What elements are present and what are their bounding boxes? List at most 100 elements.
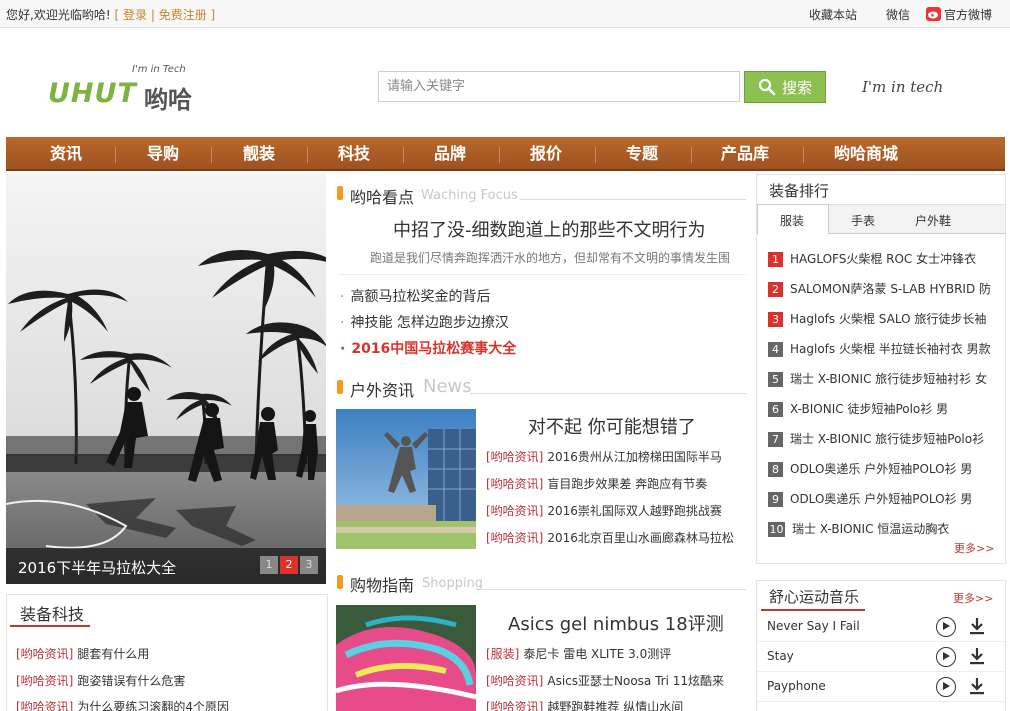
ranking-item[interactable]: 4 Haglofs 火柴棍 半拉链长袖衬衣 男款 [768,340,991,357]
ranking-item-text[interactable]: HAGLOFS火柴棍 ROC 女士冲锋衣 [790,252,976,266]
song-row[interactable]: Never Say I Fail [757,612,1005,642]
list-item[interactable]: [哟哈资讯] 为什么要练习滚翻的4个原因 [16,698,229,711]
song-row[interactable]: Stay [757,642,1005,672]
list-item[interactable]: [服装] 泰尼卡 雷电 XLITE 3.0测评 [486,645,671,662]
news-title[interactable]: 盲目跑步效果差 奔跑应有节奏 [547,477,707,491]
hero-caption[interactable]: 2016下半年马拉松大全 [18,557,176,578]
search-input[interactable] [378,71,740,102]
ranking-item-text[interactable]: SALOMON萨洛蒙 S-LAB HYBRID 防 [790,282,991,296]
news-title[interactable]: 2016北京百里山水画廊森林马拉松 [547,531,734,545]
nav-item-price[interactable]: 报价 [530,137,562,171]
nav-item-mall[interactable]: 哟哈商城 [834,137,898,171]
focus-link-text[interactable]: 2016中国马拉松赛事大全 [351,341,516,357]
wechat-link[interactable]: 微信 [886,6,910,23]
news-thumbnail[interactable] [336,409,476,549]
list-item[interactable]: [哟哈资讯] 腿套有什么用 [16,645,149,662]
slider-page-3[interactable]: 3 [300,556,318,574]
news-title[interactable]: 2016崇礼国际双人越野跑挑战赛 [547,504,722,518]
nav-item-outfit[interactable]: 靓装 [243,137,275,171]
ranking-item-text[interactable]: Haglofs 火柴棍 半拉链长袖衬衣 男款 [790,342,991,356]
focus-link[interactable]: · 高额马拉松奖金的背后 [340,286,490,306]
logo-chinese[interactable]: 哟哈 [144,80,192,115]
login-link[interactable]: 登录 [123,8,147,22]
song-title[interactable]: Stay [767,649,794,663]
focus-headline[interactable]: 中招了没-细数跑道上的那些不文明行为 [393,216,706,242]
focus-link-highlight[interactable]: · 2016中国马拉松赛事大全 [340,338,516,358]
nav-item-news[interactable]: 资讯 [50,137,82,171]
list-item[interactable]: [哟哈资讯] 2016崇礼国际双人越野跑挑战赛 [486,502,722,519]
news-tag: [哟哈资讯] [486,477,544,491]
register-link[interactable]: 免费注册 [159,8,207,22]
focus-link-text[interactable]: 高额马拉松奖金的背后 [350,289,490,305]
ranking-item-text[interactable]: 瑞士 X-BIONIC 旅行徒步短袖衬衫 女 [790,372,987,386]
download-icon[interactable] [969,617,985,635]
ranking-item-text[interactable]: Haglofs 火柴棍 SALO 旅行徒步长袖 [790,312,986,326]
news-title[interactable]: 腿套有什么用 [77,647,149,661]
news-title[interactable]: Asics亚瑟士Noosa Tri 11炫酷来 [547,674,724,688]
download-icon[interactable] [969,647,985,665]
weibo-icon[interactable] [926,7,941,21]
tab-clothing-label[interactable]: 服装 [780,212,804,229]
hero-slider[interactable]: 2016下半年马拉松大全 1 2 3 [6,174,326,584]
nav-item-tech[interactable]: 科技 [338,137,370,171]
focus-link[interactable]: · 神技能 怎样边跑步边撩汉 [340,312,509,332]
news-tag: [哟哈资讯] [486,504,544,518]
music-more-link[interactable]: 更多>> [953,590,993,606]
play-icon[interactable] [936,617,956,637]
ranking-item-text[interactable]: ODLO奥递乐 户外短袖POLO衫 男 [790,462,972,476]
news-title[interactable]: 为什么要练习滚翻的4个原因 [77,700,229,711]
nav-divider [499,147,500,163]
play-icon[interactable] [936,647,956,667]
news-title[interactable]: 2016贵州从江加榜梯田国际半马 [547,450,722,464]
ranking-item-text[interactable]: ODLO奥递乐 户外短袖POLO衫 男 [790,492,972,506]
section-divider [520,199,746,200]
ranking-item[interactable]: 9 ODLO奥递乐 户外短袖POLO衫 男 [768,490,972,507]
play-icon[interactable] [936,677,956,697]
slider-page-2[interactable]: 2 [280,556,298,574]
hero-photo[interactable] [6,174,326,584]
shopping-headline[interactable]: Asics gel nimbus 18评测 [508,610,724,636]
focus-link-text[interactable]: 神技能 怎样边跑步边撩汉 [350,315,508,331]
slider-page-1[interactable]: 1 [260,556,278,574]
song-title[interactable]: Payphone [767,679,826,693]
news-title[interactable]: 跑姿错误有什么危害 [77,674,185,688]
ranking-item[interactable]: 1 HAGLOFS火柴棍 ROC 女士冲锋衣 [768,250,976,267]
ranking-item[interactable]: 3 Haglofs 火柴棍 SALO 旅行徒步长袖 [768,310,986,327]
logo-uhut[interactable]: UHUT [48,78,137,109]
news-title[interactable]: 越野跑鞋推荐 纵情山水间 [547,700,683,711]
list-item[interactable]: [哟哈资讯] 跑姿错误有什么危害 [16,672,185,689]
ranking-item[interactable]: 7 瑞士 X-BIONIC 旅行徒步短袖Polo衫 [768,430,984,447]
ranking-item[interactable]: 10 瑞士 X-BIONIC 恒温运动胸衣 [768,520,949,537]
shopping-thumbnail[interactable] [336,605,476,711]
ranking-item-text[interactable]: X-BIONIC 徒步短袖Polo衫 男 [790,402,948,416]
rank-number: 1 [768,252,783,267]
nav-item-guide[interactable]: 导购 [147,137,179,171]
nav-item-topics[interactable]: 专题 [626,137,658,171]
song-row[interactable]: Payphone [757,672,1005,702]
tab-outdoor-shoes[interactable]: 户外鞋 [915,212,951,229]
ranking-item-text[interactable]: 瑞士 X-BIONIC 旅行徒步短袖Polo衫 [790,432,984,446]
ranking-item[interactable]: 2 SALOMON萨洛蒙 S-LAB HYBRID 防 [768,280,991,297]
download-icon[interactable] [969,677,985,695]
ranking-item-text[interactable]: 瑞士 X-BIONIC 恒温运动胸衣 [792,522,949,536]
news-headline[interactable]: 对不起 你可能想错了 [528,413,696,439]
news-title[interactable]: 泰尼卡 雷电 XLITE 3.0测评 [523,647,671,661]
logo-tagline: I'm in Tech [132,64,186,75]
nav-item-brand[interactable]: 品牌 [434,137,466,171]
list-item[interactable]: [哟哈资讯] 2016贵州从江加榜梯田国际半马 [486,448,722,465]
weibo-link[interactable]: 官方微博 [944,6,992,23]
ranking-item[interactable]: 5 瑞士 X-BIONIC 旅行徒步短袖衬衫 女 [768,370,987,387]
list-item[interactable]: [哟哈资讯] 2016北京百里山水画廊森林马拉松 [486,529,734,546]
list-item[interactable]: [哟哈资讯] 盲目跑步效果差 奔跑应有节奏 [486,475,707,492]
ranking-item[interactable]: 8 ODLO奥递乐 户外短袖POLO衫 男 [768,460,972,477]
tab-watch[interactable]: 手表 [851,212,875,229]
list-item[interactable]: [哟哈资讯] Asics亚瑟士Noosa Tri 11炫酷来 [486,672,724,689]
ranking-item[interactable]: 6 X-BIONIC 徒步短袖Polo衫 男 [768,400,948,417]
search-button[interactable]: 搜索 [744,71,826,103]
bookmark-link[interactable]: 收藏本站 [809,6,857,23]
list-item[interactable]: [哟哈资讯] 越野跑鞋推荐 纵情山水间 [486,698,683,711]
song-title[interactable]: Never Say I Fail [767,619,860,633]
ranking-more-link[interactable]: 更多>> [954,540,994,556]
rank-number: 4 [768,342,783,357]
nav-item-products[interactable]: 产品库 [721,137,769,171]
